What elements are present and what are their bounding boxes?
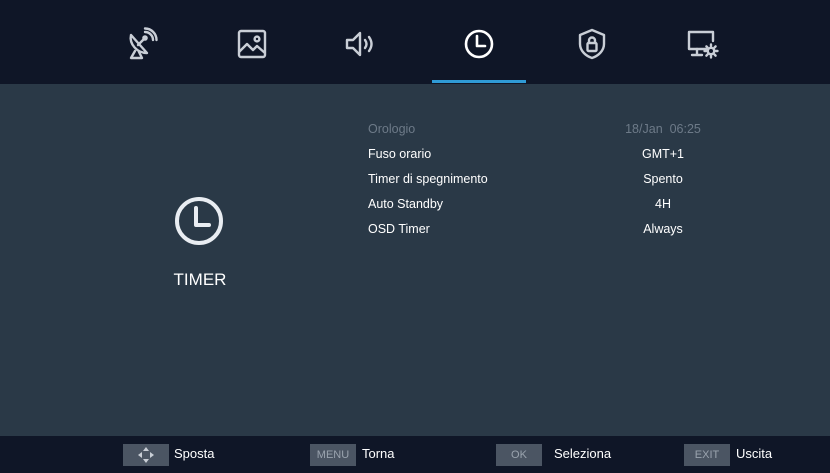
top-nav-bar [0,0,830,84]
speaker-icon [345,31,373,57]
tab-channel[interactable] [119,22,163,66]
menu-row-clock: Orologio 18/Jan 06:25 [368,117,728,142]
menu-value: 18/Jan 06:25 [625,122,701,136]
exit-key: EXIT [684,444,730,466]
clock-icon [464,29,494,59]
tab-lock[interactable] [570,22,614,66]
menu-row-osd-timer[interactable]: OSD Timer Always [368,217,728,242]
back-hint-label: Torna [362,446,395,461]
satellite-dish-icon [129,27,158,60]
lock-shield-icon [578,28,606,60]
menu-value: GMT+1 [641,147,685,161]
tab-setup[interactable] [680,22,724,66]
menu-label: Fuso orario [368,147,432,161]
menu-label: Auto Standby [368,197,444,211]
menu-row-time-zone[interactable]: Fuso orario GMT+1 [368,142,728,167]
menu-value: 4H [655,197,671,211]
menu-value: Spento [643,172,683,186]
tab-sound[interactable] [338,22,382,66]
section-title: TIMER [173,270,227,289]
selected-tab-indicator [432,80,526,83]
menu-value: Always [643,222,683,236]
menu-key: MENU [310,444,356,466]
exit-hint-label: Uscita [736,446,773,461]
move-key [123,444,169,466]
clock-icon [175,197,223,245]
move-hint-label: Sposta [174,446,215,461]
timer-menu: Orologio 18/Jan 06:25 Fuso orario GMT+1 … [368,117,728,242]
tab-picture[interactable] [230,22,274,66]
select-hint-label: Seleziona [554,446,612,461]
ok-key: OK [496,444,542,466]
monitor-settings-icon [687,30,719,59]
dpad-icon [138,447,154,463]
menu-row-auto-standby[interactable]: Auto Standby 4H [368,192,728,217]
tab-timer[interactable] [457,22,501,66]
menu-label: OSD Timer [368,222,430,236]
picture-icon [237,29,267,59]
menu-label: Orologio [368,122,416,136]
menu-label: Timer di spegnimento [368,172,488,186]
menu-row-sleep-timer[interactable]: Timer di spegnimento Spento [368,167,728,192]
footer-hint-bar: Sposta MENU Torna OK Seleziona EXIT Usci… [0,436,830,473]
